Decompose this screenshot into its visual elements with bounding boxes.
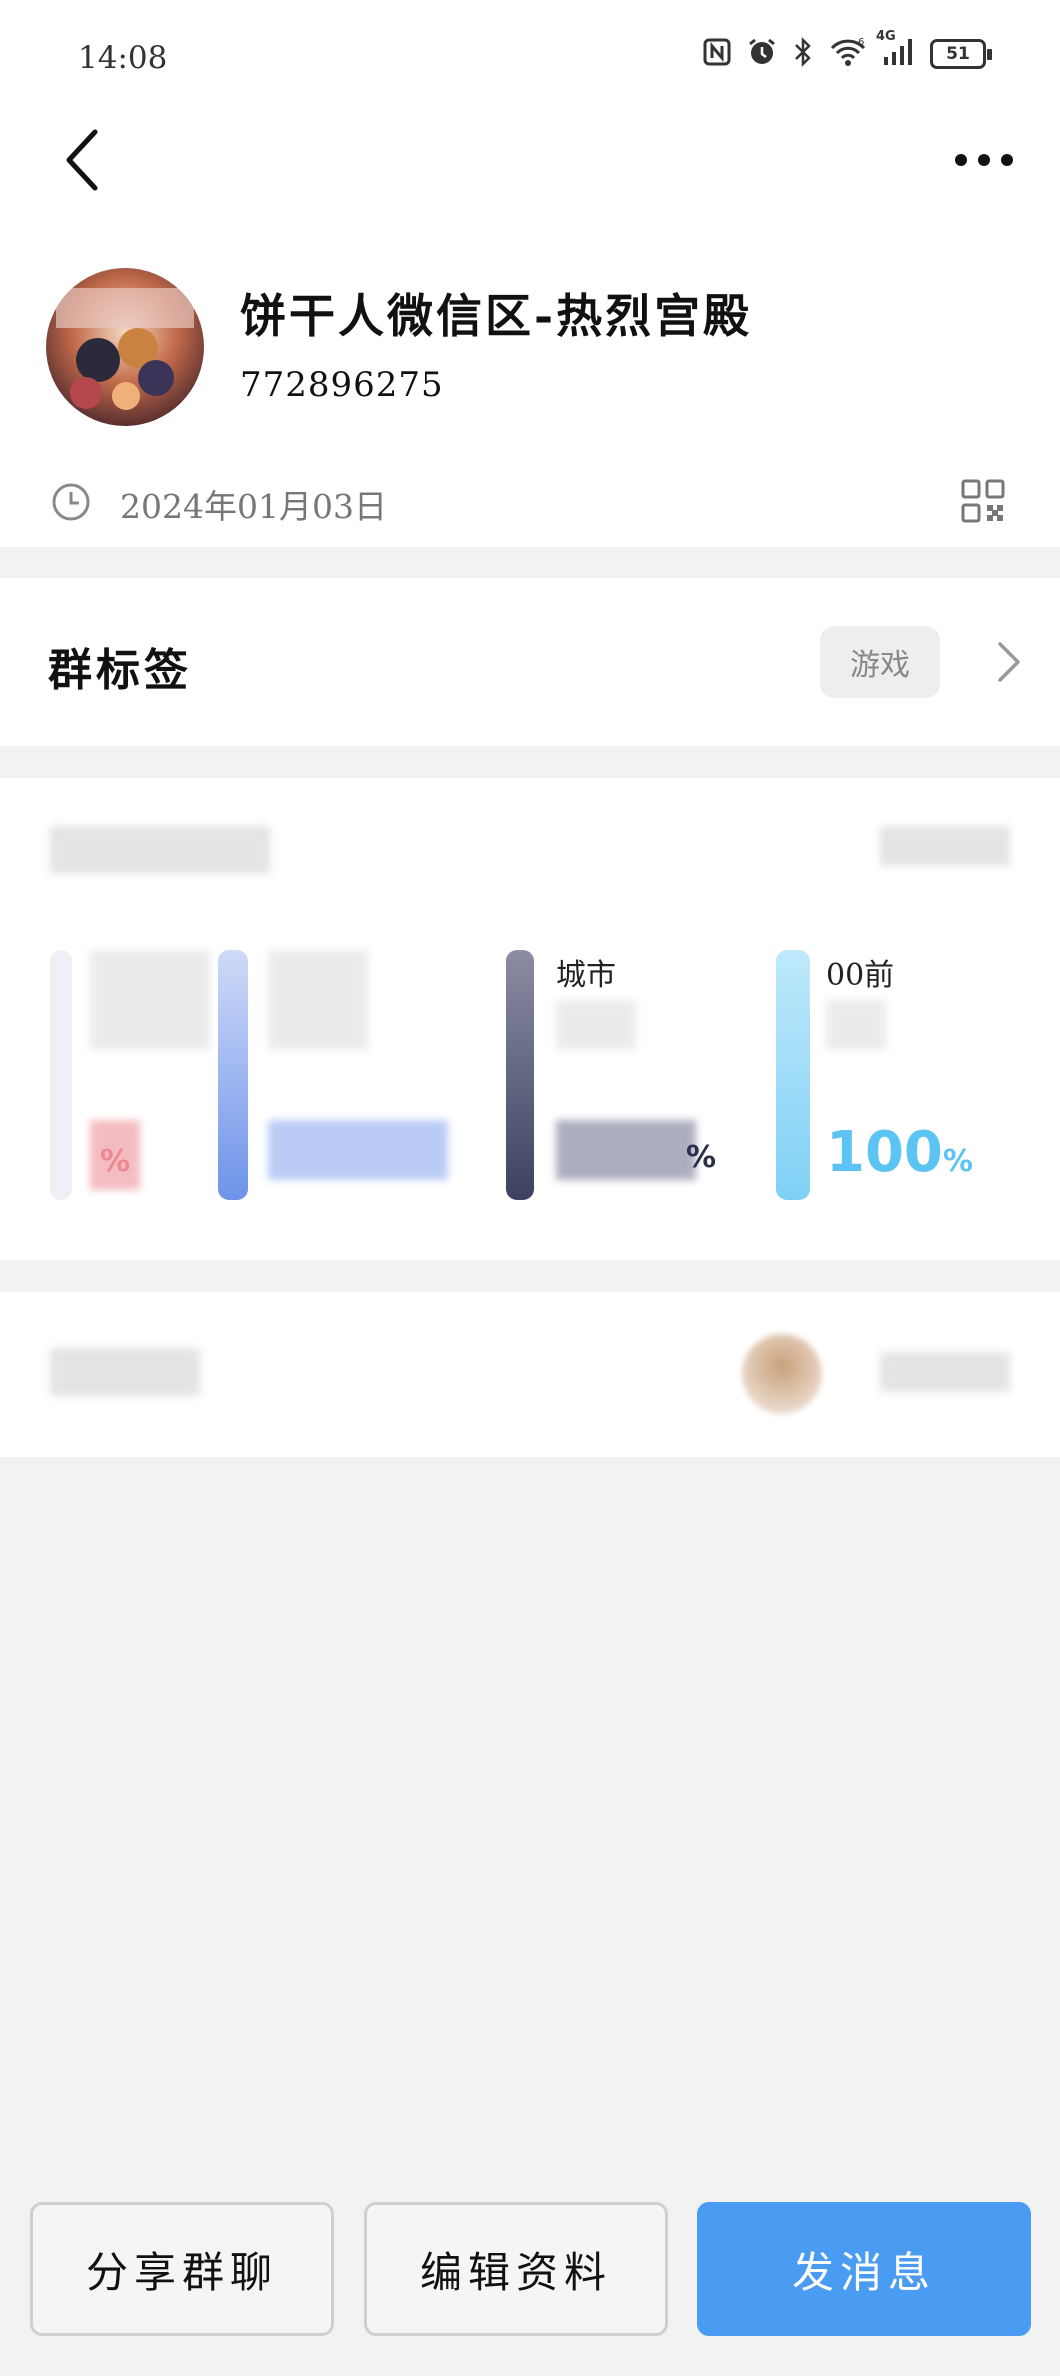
- group-id: 772896275: [240, 365, 444, 405]
- more-button[interactable]: [944, 130, 1024, 190]
- send-message-button[interactable]: 发消息: [697, 2202, 1031, 2336]
- stat-value: %: [686, 1140, 717, 1175]
- group-tags-row[interactable]: 群标签 游戏: [0, 578, 1060, 746]
- group-stats-card[interactable]: % 城市 % 00前 100%: [0, 778, 1060, 1260]
- stat-card-4: 00前 100%: [776, 950, 1026, 1200]
- back-button[interactable]: [48, 120, 118, 200]
- created-date-row: 2024年01月03日: [0, 470, 1060, 530]
- members-count-blur: [880, 1352, 1010, 1392]
- stat-card-3: 城市 %: [506, 950, 756, 1200]
- signal-icon: 4G: [876, 29, 916, 71]
- nfc-icon: [702, 37, 732, 71]
- more-dots-icon: [955, 154, 1013, 166]
- member-avatar: [742, 1334, 822, 1414]
- tag-chip: 游戏: [820, 626, 940, 698]
- bluetooth-icon: [792, 36, 814, 72]
- status-time: 14:08: [78, 40, 168, 76]
- group-tags-title: 群标签: [48, 645, 192, 696]
- members-title-blur: [50, 1348, 200, 1396]
- stats-more-blur: [880, 826, 1010, 866]
- share-group-button[interactable]: 分享群聊: [30, 2202, 334, 2336]
- group-members-row[interactable]: [0, 1292, 1060, 1457]
- stat-card-2: [218, 950, 468, 1200]
- battery-icon: 51: [930, 39, 992, 69]
- stat-bar: [776, 950, 810, 1200]
- group-avatar[interactable]: [46, 268, 204, 426]
- wifi-icon: 6: [828, 36, 868, 72]
- stat-bar: [218, 950, 248, 1200]
- svg-text:6: 6: [858, 37, 864, 48]
- edit-profile-button[interactable]: 编辑资料: [364, 2202, 668, 2336]
- stat-value: 100%: [826, 1120, 973, 1185]
- chevron-right-icon: [998, 642, 1020, 682]
- status-icons: 6 4G 51: [702, 29, 992, 72]
- qr-code-icon[interactable]: [960, 478, 1006, 524]
- stat-bar: [50, 950, 72, 1200]
- clock-icon: [52, 483, 90, 521]
- stat-label: 00前: [826, 958, 895, 993]
- chevron-left-icon: [66, 129, 98, 191]
- stat-bar: [506, 950, 534, 1200]
- stats-title-blur: [50, 826, 270, 874]
- alarm-icon: [746, 36, 778, 72]
- network-label: 4G: [876, 29, 896, 44]
- group-name: 饼干人微信区-热烈宫殿: [240, 289, 753, 343]
- status-bar: 14:08 6 4G 51: [0, 0, 1060, 110]
- created-date: 2024年01月03日: [120, 487, 387, 526]
- stat-label: 城市: [556, 958, 616, 993]
